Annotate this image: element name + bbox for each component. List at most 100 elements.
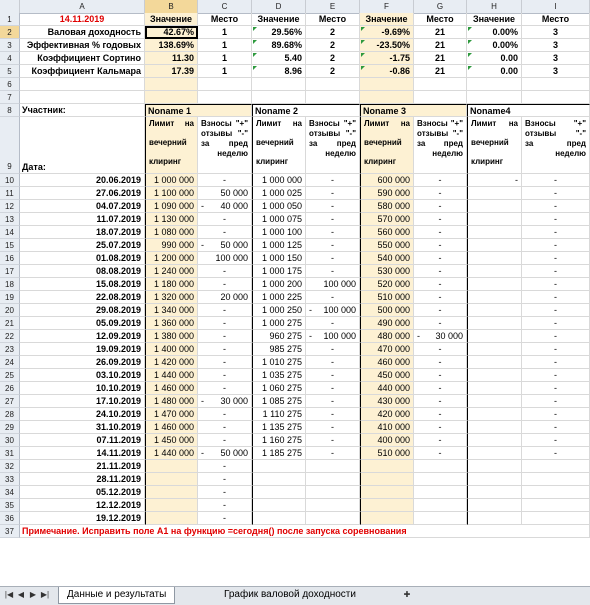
- limit-value[interactable]: [145, 473, 198, 486]
- cell-d7[interactable]: [252, 91, 306, 104]
- contrib-value[interactable]: -: [522, 434, 590, 447]
- row-header-28[interactable]: 28: [0, 408, 20, 421]
- contrib-value[interactable]: -: [522, 356, 590, 369]
- limit-value[interactable]: [360, 512, 414, 525]
- contrib-value[interactable]: -: [306, 395, 360, 408]
- date-cell[interactable]: 17.10.2019: [20, 395, 145, 408]
- contrib-value[interactable]: -: [306, 226, 360, 239]
- contrib-header[interactable]: Взносы "+" отзывы "-" за пред неделю: [306, 117, 360, 174]
- limit-value[interactable]: [145, 486, 198, 499]
- limit-value[interactable]: 1 000 250: [252, 304, 306, 317]
- limit-value[interactable]: 1 340 000: [145, 304, 198, 317]
- contrib-value[interactable]: 100 000: [198, 252, 252, 265]
- limit-value[interactable]: -: [467, 174, 522, 187]
- limit-value[interactable]: 460 000: [360, 356, 414, 369]
- metric-value[interactable]: -0.86: [360, 65, 414, 78]
- contrib-value[interactable]: -: [414, 187, 467, 200]
- limit-value[interactable]: 500 000: [360, 304, 414, 317]
- date-cell[interactable]: 31.10.2019: [20, 421, 145, 434]
- limit-value[interactable]: [467, 187, 522, 200]
- contrib-value[interactable]: -: [198, 265, 252, 278]
- date-cell[interactable]: 01.08.2019: [20, 252, 145, 265]
- limit-value[interactable]: 1 035 275: [252, 369, 306, 382]
- row-header-11[interactable]: 11: [0, 187, 20, 200]
- contrib-value[interactable]: -: [522, 252, 590, 265]
- row-header-35[interactable]: 35: [0, 499, 20, 512]
- row-header-16[interactable]: 16: [0, 252, 20, 265]
- contrib-value[interactable]: -: [198, 278, 252, 291]
- metric-value[interactable]: 21: [414, 65, 467, 78]
- date-cell[interactable]: 15.08.2019: [20, 278, 145, 291]
- metric-value[interactable]: 3: [522, 39, 590, 52]
- limit-value[interactable]: 580 000: [360, 200, 414, 213]
- limit-value[interactable]: [252, 473, 306, 486]
- contrib-value[interactable]: [522, 473, 590, 486]
- metric-value[interactable]: 1: [198, 26, 252, 39]
- limit-value[interactable]: [467, 421, 522, 434]
- limit-value[interactable]: [467, 382, 522, 395]
- date-cell[interactable]: 08.08.2019: [20, 265, 145, 278]
- contrib-value[interactable]: -: [198, 421, 252, 434]
- contrib-value[interactable]: -: [198, 174, 252, 187]
- limit-value[interactable]: 410 000: [360, 421, 414, 434]
- limit-value[interactable]: 1 450 000: [145, 434, 198, 447]
- limit-value[interactable]: 510 000: [360, 291, 414, 304]
- limit-value[interactable]: 1 000 200: [252, 278, 306, 291]
- header-f1[interactable]: Значение: [360, 13, 414, 26]
- participant-label[interactable]: Участник:: [20, 104, 145, 117]
- cell-h6[interactable]: [467, 78, 522, 91]
- date-cell[interactable]: 07.11.2019: [20, 434, 145, 447]
- contrib-value[interactable]: [306, 473, 360, 486]
- metric-value[interactable]: 1: [198, 52, 252, 65]
- limit-value[interactable]: 1 010 275: [252, 356, 306, 369]
- limit-value[interactable]: [467, 447, 522, 460]
- date-cell[interactable]: 10.10.2019: [20, 382, 145, 395]
- metric-value[interactable]: -23.50%: [360, 39, 414, 52]
- contrib-value[interactable]: [414, 512, 467, 525]
- header-i1[interactable]: Место: [522, 13, 590, 26]
- limit-value[interactable]: [467, 473, 522, 486]
- date-cell[interactable]: 21.11.2019: [20, 460, 145, 473]
- contrib-value[interactable]: [522, 460, 590, 473]
- limit-value[interactable]: 1 480 000: [145, 395, 198, 408]
- contrib-value[interactable]: -: [306, 369, 360, 382]
- limit-value[interactable]: [467, 486, 522, 499]
- contrib-value[interactable]: -: [306, 317, 360, 330]
- metric-label[interactable]: Коэффициент Кальмара: [20, 65, 145, 78]
- contrib-value[interactable]: -: [414, 278, 467, 291]
- limit-value[interactable]: [467, 408, 522, 421]
- limit-value[interactable]: [467, 499, 522, 512]
- contrib-value[interactable]: [522, 499, 590, 512]
- contrib-value[interactable]: -: [414, 239, 467, 252]
- contrib-value[interactable]: 50 000: [198, 187, 252, 200]
- metric-value[interactable]: 0.00%: [467, 26, 522, 39]
- date-cell[interactable]: 04.07.2019: [20, 200, 145, 213]
- contrib-value[interactable]: -: [414, 356, 467, 369]
- date-cell[interactable]: 14.11.2019: [20, 447, 145, 460]
- contrib-value[interactable]: -: [198, 213, 252, 226]
- row-header-8[interactable]: 8: [0, 104, 20, 117]
- contrib-value[interactable]: -: [414, 408, 467, 421]
- limit-value[interactable]: 540 000: [360, 252, 414, 265]
- column-header-c[interactable]: C: [198, 0, 252, 13]
- contrib-value[interactable]: [414, 499, 467, 512]
- cell-b6[interactable]: [145, 78, 198, 91]
- cell-g6[interactable]: [414, 78, 467, 91]
- limit-value[interactable]: 1 320 000: [145, 291, 198, 304]
- limit-value[interactable]: [467, 512, 522, 525]
- limit-value[interactable]: 440 000: [360, 382, 414, 395]
- contrib-value[interactable]: -: [306, 356, 360, 369]
- date-cell[interactable]: 05.09.2019: [20, 317, 145, 330]
- contrib-value[interactable]: [306, 460, 360, 473]
- limit-value[interactable]: [467, 317, 522, 330]
- metric-value[interactable]: 3: [522, 26, 590, 39]
- limit-value[interactable]: 1 110 275: [252, 408, 306, 421]
- limit-value[interactable]: 1 000 150: [252, 252, 306, 265]
- metric-value[interactable]: 17.39: [145, 65, 198, 78]
- header-c1[interactable]: Место: [198, 13, 252, 26]
- limit-value[interactable]: 1 000 000: [252, 174, 306, 187]
- limit-value[interactable]: 520 000: [360, 278, 414, 291]
- row-header-14[interactable]: 14: [0, 226, 20, 239]
- contrib-value[interactable]: -: [522, 343, 590, 356]
- cell-c7[interactable]: [198, 91, 252, 104]
